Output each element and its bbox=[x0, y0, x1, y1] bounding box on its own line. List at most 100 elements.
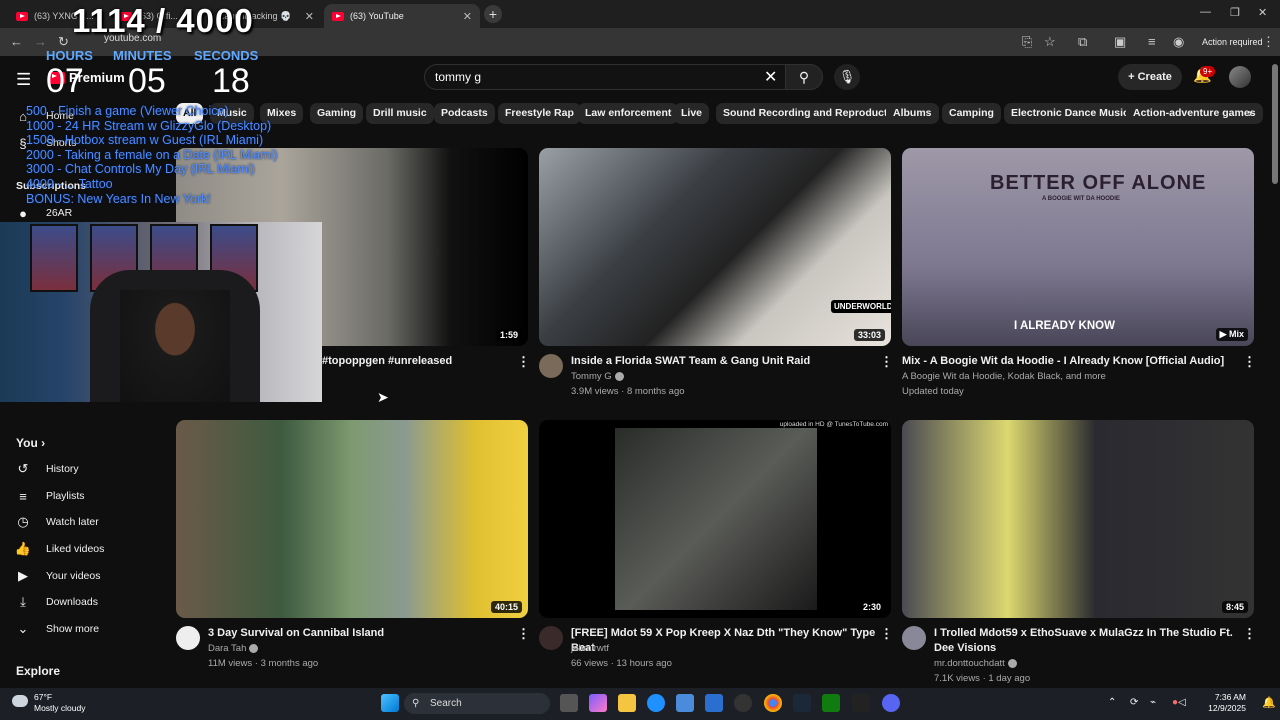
video-title[interactable]: Mix - A Boogie Wit da Hoodie - I Already… bbox=[902, 354, 1232, 369]
video-title[interactable]: Inside a Florida SWAT Team & Gang Unit R… bbox=[571, 354, 871, 369]
sidebar-subscription[interactable]: ● 26AR bbox=[14, 204, 72, 222]
video-title[interactable]: I Trolled Mdot59 x EthoSuave x MulaGzz I… bbox=[934, 626, 1234, 656]
channel-avatar[interactable] bbox=[902, 626, 926, 650]
notification-count-badge: 9+ bbox=[1200, 66, 1216, 77]
channel-name[interactable]: jahmirwtf bbox=[571, 643, 609, 654]
media-icon[interactable]: ≡ bbox=[1148, 34, 1156, 49]
chip-drill-music[interactable]: Drill music bbox=[366, 103, 434, 124]
epic-games-icon[interactable] bbox=[852, 694, 870, 712]
sidebar-item-liked-videos[interactable]: 👍 Liked videos bbox=[14, 540, 104, 558]
more-options-icon[interactable]: ⋮ bbox=[517, 626, 530, 642]
discord-icon[interactable] bbox=[882, 694, 900, 712]
goal-item: BONUS: New Years In New York! bbox=[26, 191, 211, 206]
split-view-icon[interactable]: ▣ bbox=[1114, 34, 1126, 50]
video-title[interactable]: #topoppgen #unreleased bbox=[322, 354, 512, 369]
page-scrollbar[interactable] bbox=[1272, 64, 1278, 184]
seconds-label: SECONDS bbox=[194, 48, 259, 63]
tray-app-icon[interactable]: ⟳ bbox=[1130, 697, 1138, 708]
forward-arrow-icon[interactable]: → bbox=[34, 34, 47, 49]
minimize-icon[interactable]: — bbox=[1200, 6, 1211, 18]
close-tab-icon[interactable]: ✕ bbox=[305, 10, 314, 23]
windows-start-icon[interactable] bbox=[381, 694, 399, 712]
chrome-icon[interactable] bbox=[764, 694, 782, 712]
chip-edm[interactable]: Electronic Dance Music bbox=[1004, 103, 1136, 124]
edge-icon[interactable] bbox=[647, 694, 665, 712]
task-view-icon[interactable] bbox=[560, 694, 578, 712]
more-options-icon[interactable]: ⋮ bbox=[880, 354, 893, 370]
chip-law-enforcement[interactable]: Law enforcement bbox=[578, 103, 679, 124]
chip-gaming[interactable]: Gaming bbox=[310, 103, 364, 124]
new-tab-button[interactable]: + bbox=[484, 5, 502, 23]
app-icon[interactable] bbox=[734, 694, 752, 712]
chip-freestyle-rap[interactable]: Freestyle Rap bbox=[498, 103, 581, 124]
search-input[interactable]: tommy g bbox=[424, 64, 788, 90]
chip-action-adventure[interactable]: Action-adventure games bbox=[1126, 103, 1263, 124]
create-button[interactable]: + Create bbox=[1118, 64, 1182, 90]
video-thumbnail[interactable]: uploaded in HD @ TunesToTube.com 2:30 bbox=[539, 420, 891, 618]
video-title[interactable]: [FREE] Mdot 59 X Pop Kreep X Naz Dth "Th… bbox=[571, 626, 876, 656]
sidebar-item-watch-later[interactable]: ◷ Watch later bbox=[14, 513, 98, 531]
action-required-button[interactable]: Action required bbox=[1196, 33, 1269, 51]
video-thumbnail[interactable]: 40:15 bbox=[176, 420, 528, 618]
search-icon: ⚲ bbox=[798, 69, 810, 85]
steam-icon[interactable] bbox=[793, 694, 811, 712]
file-explorer-icon[interactable] bbox=[618, 694, 636, 712]
bookmark-star-icon[interactable]: ☆ bbox=[1044, 34, 1056, 50]
maximize-icon[interactable]: ❐ bbox=[1230, 6, 1240, 19]
channel-name[interactable]: Tommy G bbox=[571, 371, 624, 382]
chip-camping[interactable]: Camping bbox=[942, 103, 1001, 124]
video-thumbnail[interactable]: 8:45 bbox=[902, 420, 1254, 618]
more-options-icon[interactable]: ⋮ bbox=[1243, 626, 1256, 642]
clear-search-icon[interactable]: ✕ bbox=[764, 67, 777, 87]
channel-name[interactable]: Dara Tah bbox=[208, 643, 259, 654]
install-app-icon[interactable]: ⎘ bbox=[1022, 34, 1032, 50]
tray-chevron-icon[interactable]: ⌃ bbox=[1108, 697, 1116, 708]
chip-albums[interactable]: Albums bbox=[886, 103, 939, 124]
video-thumbnail[interactable]: BETTER OFF ALONE A BOOGIE WIT DA HOODIE … bbox=[902, 148, 1254, 346]
close-tab-icon[interactable]: ✕ bbox=[463, 10, 472, 23]
taskbar-clock[interactable]: 7:36 AM 12/9/2025 bbox=[1196, 692, 1246, 714]
sidebar-item-show-more[interactable]: ⌄ Show more bbox=[14, 620, 100, 638]
video-thumbnail[interactable]: UNDERWORLD 33:03 bbox=[539, 148, 891, 346]
browser-menu-icon[interactable]: ⋮ bbox=[1262, 34, 1275, 50]
profile-icon[interactable]: ◉ bbox=[1173, 34, 1184, 50]
mail-icon[interactable] bbox=[705, 694, 723, 712]
weather-widget[interactable]: 67°F Mostly cloudy bbox=[12, 692, 86, 714]
channel-name[interactable]: A Boogie Wit da Hoodie, Kodak Black, and… bbox=[902, 371, 1106, 382]
browser-tab-active[interactable]: (63) YouTube ✕ bbox=[324, 4, 480, 28]
search-button[interactable]: ⚲ bbox=[785, 64, 823, 90]
sidebar-you-heading[interactable]: You › bbox=[16, 436, 45, 450]
history-icon: ↺ bbox=[17, 461, 29, 476]
volume-icon[interactable]: ◁ bbox=[1178, 697, 1186, 708]
chip-sound-recording[interactable]: Sound Recording and Reproduction bbox=[716, 103, 911, 124]
sidebar-item-history[interactable]: ↺ History bbox=[14, 460, 79, 478]
voice-search-button[interactable]: 🎙 bbox=[834, 64, 860, 90]
channel-avatar[interactable] bbox=[176, 626, 200, 650]
menu-icon[interactable]: ☰ bbox=[16, 70, 31, 90]
channel-name[interactable]: mr.donttouchdatt bbox=[934, 658, 1017, 669]
video-title[interactable]: 3 Day Survival on Cannibal Island bbox=[208, 626, 508, 641]
extensions-icon[interactable]: ⧉ bbox=[1078, 34, 1087, 50]
taskbar-search[interactable]: ⚲ Search bbox=[404, 693, 550, 714]
store-icon[interactable] bbox=[676, 694, 694, 712]
channel-avatar[interactable] bbox=[539, 354, 563, 378]
channel-avatar[interactable] bbox=[539, 626, 563, 650]
download-icon: ⤓ bbox=[20, 594, 26, 609]
copilot-icon[interactable] bbox=[589, 694, 607, 712]
tray-network-icon[interactable]: ⌁ bbox=[1150, 697, 1156, 708]
xbox-icon[interactable] bbox=[822, 694, 840, 712]
sidebar-item-downloads[interactable]: ⤓ Downloads bbox=[14, 593, 98, 611]
more-options-icon[interactable]: ⋮ bbox=[1243, 354, 1256, 370]
account-avatar[interactable] bbox=[1229, 66, 1251, 88]
more-options-icon[interactable]: ⋮ bbox=[880, 626, 893, 642]
back-arrow-icon[interactable]: ← bbox=[10, 34, 23, 49]
windows-taskbar bbox=[0, 688, 1280, 720]
chips-next-icon[interactable]: › bbox=[1248, 106, 1252, 120]
sidebar-item-playlists[interactable]: ≡ Playlists bbox=[14, 487, 84, 505]
notification-center-icon[interactable]: 🔔 bbox=[1262, 696, 1276, 709]
chip-podcasts[interactable]: Podcasts bbox=[434, 103, 495, 124]
chip-live[interactable]: Live bbox=[674, 103, 710, 124]
close-window-icon[interactable]: ✕ bbox=[1258, 6, 1267, 19]
sidebar-item-your-videos[interactable]: ▶ Your videos bbox=[14, 567, 100, 585]
more-options-icon[interactable]: ⋮ bbox=[517, 354, 530, 370]
